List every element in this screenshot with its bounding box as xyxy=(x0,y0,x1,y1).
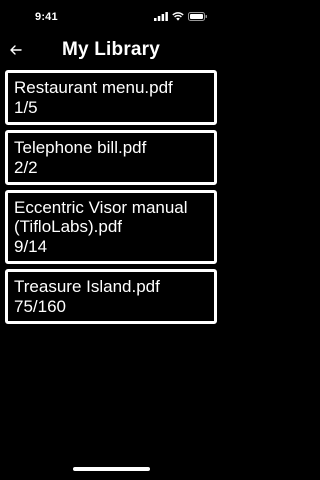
document-item-restaurant-menu[interactable]: Restaurant menu.pdf 1/5 xyxy=(5,70,217,125)
home-indicator[interactable] xyxy=(73,467,150,471)
signal-icon xyxy=(154,12,168,21)
document-name: Restaurant menu.pdf xyxy=(14,78,173,97)
document-progress: 75/160 xyxy=(14,297,66,316)
document-list: Restaurant menu.pdf 1/5 Telephone bill.p… xyxy=(5,70,217,324)
status-bar: 9:41 xyxy=(0,0,222,34)
document-name: Treasure Island.pdf xyxy=(14,277,160,296)
document-name: Telephone bill.pdf xyxy=(14,138,147,157)
battery-icon xyxy=(188,12,207,21)
status-time: 9:41 xyxy=(35,11,58,23)
wifi-icon xyxy=(172,12,184,21)
document-item-eccentric-visor-manual[interactable]: Eccentric Visor manual (TifloLabs).pdf 9… xyxy=(5,190,217,264)
document-progress: 2/2 xyxy=(14,158,38,177)
document-item-telephone-bill[interactable]: Telephone bill.pdf 2/2 xyxy=(5,130,217,185)
document-name: Eccentric Visor manual (TifloLabs).pdf xyxy=(14,198,188,236)
document-item-treasure-island[interactable]: Treasure Island.pdf 75/160 xyxy=(5,269,217,324)
status-icons xyxy=(154,12,208,21)
document-progress: 1/5 xyxy=(14,98,38,117)
page-title: My Library xyxy=(61,39,161,60)
document-progress: 9/14 xyxy=(14,237,48,256)
app-header: My Library xyxy=(0,34,222,68)
